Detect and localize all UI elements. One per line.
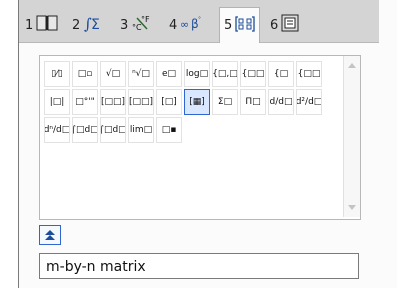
tab-number: 5 — [224, 18, 233, 33]
exponent-template[interactable]: □▫ — [72, 61, 98, 87]
collapse-button[interactable] — [39, 225, 61, 245]
row-vector-template[interactable]: [□□] — [128, 89, 154, 115]
second-derivative-template[interactable]: d²/d□ — [296, 89, 322, 115]
tab-2[interactable]: 2 ∫ Σ — [72, 9, 105, 41]
square-root-template[interactable]: √□ — [100, 61, 126, 87]
tab-6[interactable]: 6 — [270, 9, 299, 41]
svg-text:Σ: Σ — [91, 17, 100, 32]
template-description: m-by-n matrix — [39, 253, 359, 279]
system-n-template[interactable]: {□□ — [296, 61, 322, 87]
vertical-scrollbar[interactable] — [343, 56, 360, 217]
scroll-up-arrow-icon[interactable] — [348, 63, 356, 68]
indefinite-integral-template[interactable]: ∫□d□ — [100, 117, 126, 143]
book-icon — [36, 14, 58, 36]
palette-tab-bar: 1 2 ∫ Σ 3 °C °F 4 ∞ β ° 5 6 — [19, 0, 379, 43]
tab-number: 2 — [72, 17, 81, 33]
tab-5[interactable]: 5 — [219, 7, 261, 43]
log-template[interactable]: log□ — [184, 61, 210, 87]
matrix-template-icon — [235, 15, 255, 37]
svg-text:°C: °C — [132, 23, 142, 32]
template-palette-window: 1 2 ∫ Σ 3 °C °F 4 ∞ β ° 5 6 ▯⁄▯ □▫ √□ ⁿ√… — [18, 0, 397, 288]
tab-3[interactable]: 3 °C °F — [120, 9, 153, 41]
absolute-value-template[interactable]: |□| — [44, 89, 70, 115]
definite-integral-template[interactable]: ∫□d□ — [72, 117, 98, 143]
infinity-beta-icon: ∞ β ° — [180, 14, 202, 36]
product-template[interactable]: Π□ — [240, 89, 266, 115]
column-vector-template[interactable]: [□] — [156, 89, 182, 115]
tab-number: 4 — [169, 17, 178, 33]
e-exponent-template[interactable]: e□ — [156, 61, 182, 87]
svg-text:∞: ∞ — [180, 18, 189, 31]
svg-text:°: ° — [198, 16, 201, 23]
collapse-up-icon — [44, 226, 56, 245]
tab-number: 6 — [270, 17, 279, 33]
unit-conversion-icon: °C °F — [131, 14, 153, 36]
tab-number: 1 — [25, 17, 34, 33]
fraction-template[interactable]: ▯⁄▯ — [44, 61, 70, 87]
limit-template[interactable]: lim□ — [128, 117, 154, 143]
nth-derivative-template[interactable]: dⁿ/d□ — [44, 117, 70, 143]
dms-template[interactable]: □°'" — [72, 89, 98, 115]
template-grid-panel: ▯⁄▯ □▫ √□ ⁿ√□ e□ log□ {□,□ {□□ {□ {□□ |□| □°'" [□□][… — [39, 55, 361, 220]
piecewise-n-template[interactable]: {□□ — [240, 61, 266, 87]
piecewise-2-template[interactable]: {□,□ — [212, 61, 238, 87]
system-2-template[interactable]: {□ — [268, 61, 294, 87]
scroll-down-arrow-icon[interactable] — [348, 205, 356, 210]
tab-number: 3 — [120, 17, 129, 33]
catalog-icon — [281, 14, 299, 36]
first-derivative-template[interactable]: d/d□ — [268, 89, 294, 115]
tab-1[interactable]: 1 — [25, 9, 58, 41]
sum-template[interactable]: Σ□ — [212, 89, 238, 115]
tab-4[interactable]: 4 ∞ β ° — [169, 9, 202, 41]
nth-root-template[interactable]: ⁿ√□ — [128, 61, 154, 87]
integral-sum-icon: ∫ Σ — [83, 14, 105, 36]
subscript-template[interactable]: □▪ — [156, 117, 182, 143]
svg-text:°F: °F — [141, 15, 150, 24]
matrix-m-by-n-template[interactable]: [▦] — [184, 89, 210, 115]
template-grid: ▯⁄▯ □▫ √□ ⁿ√□ e□ log□ {□,□ {□□ {□ {□□ |□| □°'" [□□][… — [44, 61, 322, 143]
matrix-2x2-template[interactable]: [□□] — [100, 89, 126, 115]
